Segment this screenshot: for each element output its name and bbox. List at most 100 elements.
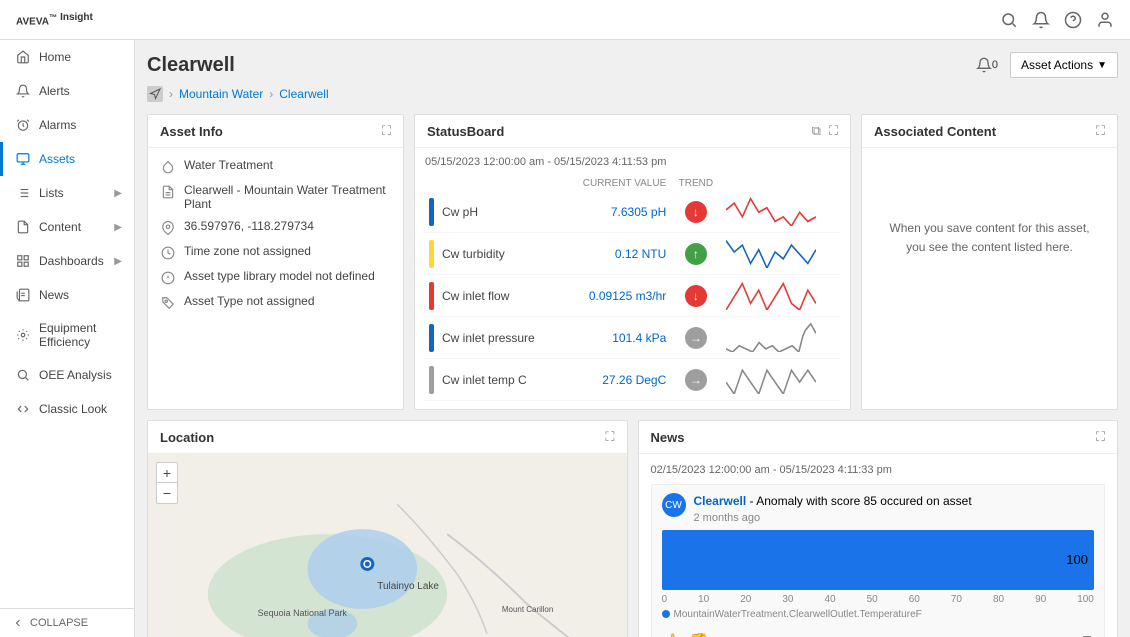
thumbs-up-icon[interactable]: 👍 <box>662 632 682 637</box>
sidebar-item-home-label: Home <box>39 50 71 64</box>
oee-icon <box>15 367 31 383</box>
news-actions: 👍 👎 <box>662 632 710 637</box>
ai-timezone-text: Time zone not assigned <box>184 244 311 258</box>
breadcrumb-icon <box>147 86 163 102</box>
axis-label: 100 <box>1077 594 1094 605</box>
sidebar-item-dashboards-label: Dashboards <box>39 254 104 268</box>
thumbs-down-icon[interactable]: 👎 <box>689 632 709 637</box>
alarm-bell[interactable]: 0 <box>976 57 998 73</box>
sidebar-collapse[interactable]: COLLAPSE <box>0 608 134 637</box>
app-name: AVEVA™ Insight <box>16 12 93 27</box>
sidebar-item-news[interactable]: News <box>0 278 134 312</box>
sidebar-item-content[interactable]: Content ▶ <box>0 210 134 244</box>
user-icon[interactable] <box>1096 11 1114 29</box>
ai-coords-text: 36.597976, -118.279734 <box>184 219 314 233</box>
sidebar-item-home[interactable]: Home <box>0 40 134 74</box>
news-item-content: Clearwell - Anomaly with score 85 occure… <box>694 493 972 524</box>
bottom-grid: Location ⛶ <box>147 420 1118 637</box>
sb-row-name: Cw inlet temp C <box>438 359 560 401</box>
bell-count: 0 <box>992 59 998 71</box>
external-link-icon[interactable]: ⧉ <box>812 123 821 139</box>
news-chart-bar: 100 <box>662 530 1095 590</box>
sb-row-name: Cw inlet pressure <box>438 317 560 359</box>
topbar: AVEVA™ Insight <box>0 0 1130 40</box>
sb-row-value: 0.09125 m3/hr <box>560 275 671 317</box>
news-body: 02/15/2023 12:00:00 am - 05/15/2023 4:11… <box>639 454 1118 637</box>
sb-row: Cw inlet pressure 101.4 kPa → <box>425 317 840 359</box>
fullscreen-icon-news[interactable]: ⛶ <box>1096 429 1105 445</box>
asset-info-header: Asset Info ⛶ <box>148 115 403 148</box>
sidebar-item-alerts[interactable]: Alerts <box>0 74 134 108</box>
fullscreen-icon[interactable]: ⛶ <box>382 123 391 139</box>
fullscreen-icon-sb[interactable]: ⛶ <box>829 123 838 139</box>
sidebar-item-news-label: News <box>39 288 69 302</box>
ai-type-text: Asset Type not assigned <box>184 294 315 308</box>
sb-row-trend: ↓ <box>670 191 721 233</box>
sb-row-chart <box>722 359 840 401</box>
sidebar-item-classic[interactable]: Classic Look <box>0 392 134 426</box>
sb-row-value: 7.6305 pH <box>560 191 671 233</box>
assoc-content-header: Associated Content ⛶ <box>862 115 1117 148</box>
ai-model: Asset type library model not defined <box>160 269 391 286</box>
axis-label: 40 <box>824 594 835 605</box>
status-board-header: StatusBoard ⧉ ⛶ <box>415 115 850 148</box>
zoom-out-button[interactable]: − <box>157 483 177 503</box>
axis-label: 60 <box>909 594 920 605</box>
content-icon <box>15 219 31 235</box>
sb-row-chart <box>722 233 840 275</box>
sidebar-item-alarms[interactable]: Alarms <box>0 108 134 142</box>
equipment-icon <box>15 327 31 343</box>
breadcrumb-parent[interactable]: Mountain Water <box>179 87 263 101</box>
sidebar: Home Alerts Alarms Assets Lists ▶ <box>0 40 135 637</box>
sparkline-chart <box>726 278 816 310</box>
news-avatar: CW <box>662 493 686 517</box>
news-label-text: MountainWaterTreatment.ClearwellOutlet.T… <box>674 609 922 620</box>
sb-timerange: 05/15/2023 12:00:00 am - 05/15/2023 4:11… <box>425 156 840 168</box>
associated-content-card: Associated Content ⛶ When you save conte… <box>861 114 1118 410</box>
asset-info-title: Asset Info <box>160 124 223 139</box>
trend-icon: ↓ <box>685 201 707 223</box>
news-expand-icon[interactable]: ▼ <box>1080 631 1094 637</box>
bell-icon[interactable] <box>1032 11 1050 29</box>
sb-row: Cw pH 7.6305 pH ↓ <box>425 191 840 233</box>
ai-coords: 36.597976, -118.279734 <box>160 219 391 236</box>
sb-row-name: Cw inlet flow <box>438 275 560 317</box>
assoc-empty-text: When you save content for this asset, yo… <box>874 189 1105 287</box>
news-icon <box>15 287 31 303</box>
status-board-icons: ⧉ ⛶ <box>812 123 838 139</box>
sb-bar-cell <box>425 275 438 317</box>
news-item: CW Clearwell - Anomaly with score 85 occ… <box>651 484 1106 637</box>
sidebar-item-lists[interactable]: Lists ▶ <box>0 176 134 210</box>
zoom-in-button[interactable]: + <box>157 463 177 483</box>
sidebar-item-oee[interactable]: OEE Analysis <box>0 358 134 392</box>
trend-icon: ↑ <box>685 243 707 265</box>
location-body: Tulainyo Lake Sequoia National Park Moun… <box>148 454 627 637</box>
chevron-right-icon-2: ▶ <box>114 222 122 233</box>
sidebar-item-equipment-label: Equipment Efficiency <box>39 321 122 349</box>
asset-actions-button[interactable]: Asset Actions ▼ <box>1010 52 1118 78</box>
asset-info-body: Water Treatment Clearwell - Mountain Wat… <box>148 148 403 329</box>
fullscreen-icon-loc[interactable]: ⛶ <box>605 429 614 445</box>
axis-label: 20 <box>740 594 751 605</box>
sidebar-item-content-label: Content <box>39 220 81 234</box>
news-asset-link[interactable]: Clearwell <box>694 494 747 508</box>
axis-label: 80 <box>993 594 1004 605</box>
sidebar-item-dashboards[interactable]: Dashboards ▶ <box>0 244 134 278</box>
main-layout: Home Alerts Alarms Assets Lists ▶ <box>0 40 1130 637</box>
map-container[interactable]: Tulainyo Lake Sequoia National Park Moun… <box>148 454 627 637</box>
news-header: News ⛶ <box>639 421 1118 454</box>
sb-row-name: Cw pH <box>438 191 560 233</box>
sb-row-trend: → <box>670 359 721 401</box>
help-icon[interactable] <box>1064 11 1082 29</box>
search-icon[interactable] <box>1000 11 1018 29</box>
col-trend-header: TREND <box>670 176 721 191</box>
news-title: News <box>651 430 685 445</box>
ai-timezone: Time zone not assigned <box>160 244 391 261</box>
sidebar-item-equipment[interactable]: Equipment Efficiency <box>0 312 134 358</box>
sidebar-item-assets[interactable]: Assets <box>0 142 134 176</box>
sb-row-value: 101.4 kPa <box>560 317 671 359</box>
top-grid: Asset Info ⛶ Water Treatment <box>147 114 1118 410</box>
collapse-icon <box>12 617 24 629</box>
fullscreen-icon-ac[interactable]: ⛶ <box>1096 123 1105 139</box>
sb-row-trend: → <box>670 317 721 359</box>
